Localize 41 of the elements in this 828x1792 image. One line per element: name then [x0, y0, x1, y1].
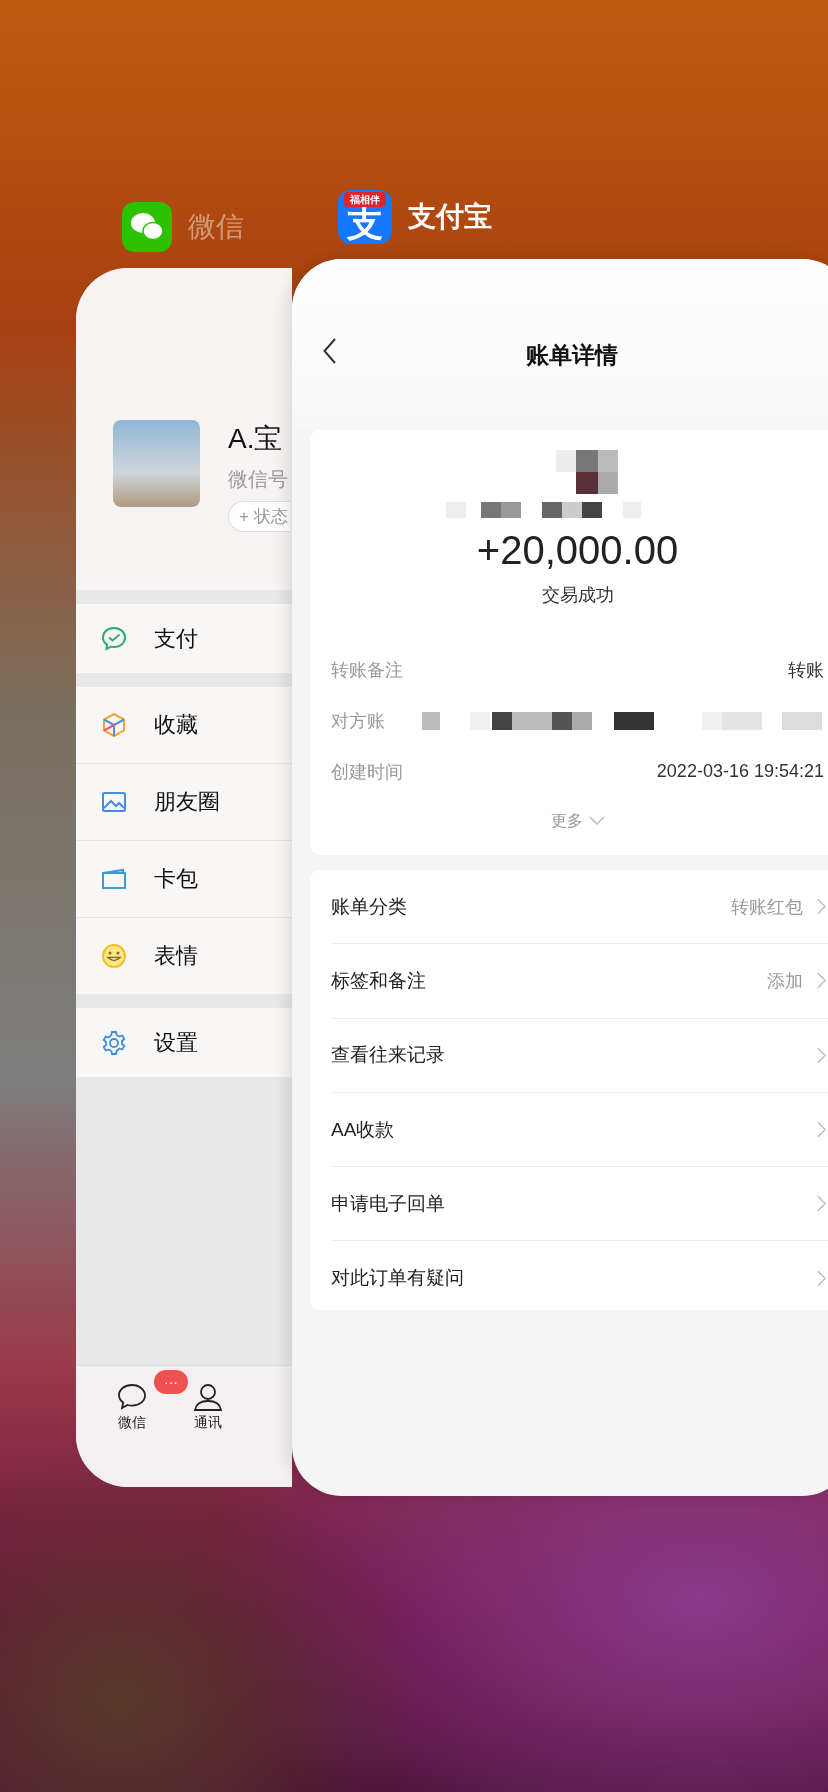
chevron-right-icon [817, 972, 826, 990]
chat-bubbles-app-icon[interactable] [122, 202, 172, 252]
tab[interactable]: 通讯 [192, 1382, 224, 1487]
chevron-right-icon [817, 1046, 826, 1064]
wechat-id-label: 微信号 [228, 467, 289, 492]
list-item[interactable]: 对此订单有疑问 [331, 1240, 828, 1315]
menu-item[interactable]: 收藏 [76, 687, 292, 763]
detail-label: 转账备注 [331, 658, 403, 682]
back-icon [323, 337, 337, 364]
detail-label: 创建时间 [331, 760, 403, 784]
chevron-right-icon [817, 1269, 826, 1287]
chat-bubble-icon [116, 1382, 148, 1412]
transaction-status: 交易成功 [540, 584, 615, 607]
app-name: 支付宝 [408, 200, 492, 234]
app-card[interactable]: A.宝 微信号 + 状态 支付 收藏 朋友圈 卡包 表情 设置 微信 ··· 通讯 [76, 268, 292, 1487]
app-icon[interactable]: 支 福相伴 [338, 190, 392, 244]
list-item[interactable]: 申请电子回单 [331, 1166, 828, 1241]
list-item[interactable]: 标签和备注 添加 [331, 943, 828, 1018]
detail-label: 对方账 [331, 709, 385, 733]
page-title: 账单详情 [526, 341, 618, 370]
app-name: 微信 [188, 210, 244, 244]
list-item[interactable]: 查看往来记录 [331, 1017, 828, 1092]
cube-icon [100, 711, 128, 739]
unread-badge: ··· [154, 1370, 188, 1394]
chat-check-icon [100, 624, 128, 653]
app-card[interactable]: 账单详情 +20,000.00 交易成功 转账备注 转账 对方账 创建时间 2022-03-16 19:54:21 更多 账单分类 转账红包 标签和备注 添加 查看往来记录 AA收款 申请电子回单 对此订单有疑问 [292, 259, 828, 1496]
detail-value: 2022-03-16 19:54:21 [656, 761, 824, 782]
person-icon [192, 1382, 224, 1412]
amount: +20,000.00 [475, 527, 680, 574]
chevron-right-icon [817, 1121, 826, 1139]
profile-name: A.宝 [228, 422, 284, 456]
chevron-down-icon [588, 816, 605, 826]
smiley-icon [100, 942, 128, 970]
chevron-right-icon [817, 1195, 826, 1213]
detail-value: 转账 [788, 658, 824, 682]
chevron-right-icon [817, 898, 826, 916]
settings-icon [100, 1028, 128, 1057]
menu-item[interactable]: 支付 [76, 604, 292, 673]
list-item[interactable]: 账单分类 转账红包 [331, 870, 828, 944]
list-item[interactable]: AA收款 [331, 1091, 828, 1167]
menu-item[interactable]: 设置 [76, 1008, 292, 1077]
